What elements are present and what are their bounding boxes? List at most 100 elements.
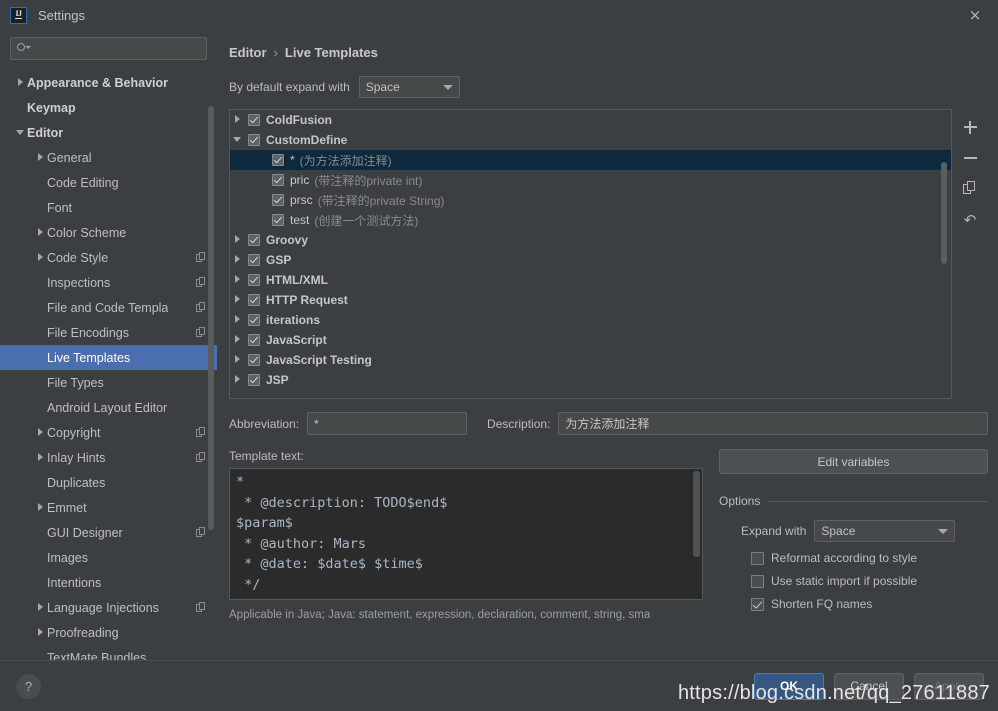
- sidebar-item-code-editing[interactable]: Code Editing: [0, 170, 217, 195]
- option-shorten-fq-names[interactable]: Shorten FQ names: [719, 597, 988, 611]
- template-enabled-checkbox[interactable]: [248, 294, 260, 306]
- expand-with-select[interactable]: Space: [814, 520, 956, 542]
- template-enabled-checkbox[interactable]: [248, 274, 260, 286]
- chevron-right-icon[interactable]: [230, 373, 248, 387]
- sidebar-item-file-encodings[interactable]: File Encodings: [0, 320, 217, 345]
- template-tree-row[interactable]: test (创建一个测试方法): [230, 210, 951, 230]
- template-enabled-checkbox[interactable]: [272, 154, 284, 166]
- sidebar-item-live-templates[interactable]: Live Templates: [0, 345, 217, 370]
- sidebar-item-android-layout-editor[interactable]: Android Layout Editor: [0, 395, 217, 420]
- sidebar-item-copyright[interactable]: Copyright: [0, 420, 217, 445]
- template-tree-row[interactable]: iterations: [230, 310, 951, 330]
- template-tree-row[interactable]: JavaScript Testing: [230, 350, 951, 370]
- template-tree-row[interactable]: pric (带注释的private int): [230, 170, 951, 190]
- chevron-right-icon[interactable]: [36, 452, 47, 463]
- template-tree-row[interactable]: HTTP Request: [230, 290, 951, 310]
- abbreviation-input[interactable]: [307, 412, 468, 435]
- chevron-right-icon[interactable]: [230, 333, 248, 347]
- help-button[interactable]: ?: [16, 673, 41, 699]
- template-tree-row[interactable]: prsc (带注释的private String): [230, 190, 951, 210]
- checkbox[interactable]: [751, 597, 764, 611]
- chevron-right-icon[interactable]: [230, 253, 248, 267]
- chevron-right-icon[interactable]: [36, 602, 47, 613]
- templates-tree[interactable]: ColdFusion CustomDefine * (为方法添加注释) pric (带注释…: [229, 109, 952, 399]
- template-enabled-checkbox[interactable]: [272, 194, 284, 206]
- edit-variables-button[interactable]: Edit variables: [719, 449, 988, 474]
- chevron-right-icon[interactable]: [230, 273, 248, 287]
- sidebar-item-inspections[interactable]: Inspections: [0, 270, 217, 295]
- apply-button[interactable]: Apply: [914, 672, 984, 700]
- sidebar-item-language-injections[interactable]: Language Injections: [0, 595, 217, 620]
- sidebar-item-appearance-behavior[interactable]: Appearance & Behavior: [0, 70, 217, 95]
- chevron-right-icon[interactable]: [36, 252, 47, 263]
- chevron-right-icon[interactable]: [230, 233, 248, 247]
- restore-defaults-button[interactable]: ↶: [960, 210, 980, 230]
- template-text-content[interactable]: * * @description: TODO$end$ $param$ * @a…: [230, 469, 702, 598]
- sidebar-scrollbar[interactable]: [208, 106, 214, 530]
- close-icon[interactable]: ×: [964, 4, 986, 26]
- ok-button[interactable]: OK: [754, 672, 824, 700]
- template-enabled-checkbox[interactable]: [248, 314, 260, 326]
- template-tree-row[interactable]: * (为方法添加注释): [230, 150, 951, 170]
- template-enabled-checkbox[interactable]: [248, 114, 260, 126]
- sidebar-item-keymap[interactable]: Keymap: [0, 95, 217, 120]
- template-enabled-checkbox[interactable]: [248, 134, 260, 146]
- search-box[interactable]: [10, 37, 207, 60]
- template-tree-row[interactable]: Groovy: [230, 230, 951, 250]
- option-use-static-import-if-possible[interactable]: Use static import if possible: [719, 574, 988, 588]
- chevron-right-icon[interactable]: [230, 113, 248, 127]
- template-enabled-checkbox[interactable]: [272, 174, 284, 186]
- template-text-editor[interactable]: * * @description: TODO$end$ $param$ * @a…: [229, 468, 703, 600]
- template-tree-row[interactable]: CustomDefine: [230, 130, 951, 150]
- sidebar-item-emmet[interactable]: Emmet: [0, 495, 217, 520]
- option-reformat-according-to-style[interactable]: Reformat according to style: [719, 551, 988, 565]
- template-tree-row[interactable]: JSP: [230, 370, 951, 390]
- checkbox[interactable]: [751, 551, 764, 565]
- add-template-button[interactable]: [960, 117, 980, 137]
- sidebar-item-editor[interactable]: Editor: [0, 120, 217, 145]
- sidebar-item-color-scheme[interactable]: Color Scheme: [0, 220, 217, 245]
- chevron-right-icon[interactable]: [36, 627, 47, 638]
- description-input[interactable]: [558, 412, 988, 435]
- template-enabled-checkbox[interactable]: [248, 334, 260, 346]
- chevron-right-icon[interactable]: [36, 227, 47, 238]
- sidebar-item-images[interactable]: Images: [0, 545, 217, 570]
- sidebar-item-gui-designer[interactable]: GUI Designer: [0, 520, 217, 545]
- chevron-right-icon[interactable]: [36, 427, 47, 438]
- cancel-button[interactable]: Cancel: [834, 672, 904, 700]
- chevron-right-icon[interactable]: [16, 77, 27, 88]
- sidebar-item-file-types[interactable]: File Types: [0, 370, 217, 395]
- chevron-down-icon[interactable]: [230, 133, 248, 147]
- chevron-right-icon[interactable]: [230, 313, 248, 327]
- sidebar-item-file-and-code-templa[interactable]: File and Code Templa: [0, 295, 217, 320]
- sidebar-item-inlay-hints[interactable]: Inlay Hints: [0, 445, 217, 470]
- chevron-down-icon[interactable]: [16, 127, 27, 138]
- template-text-scrollbar[interactable]: [693, 471, 700, 557]
- template-enabled-checkbox[interactable]: [248, 254, 260, 266]
- sidebar-item-textmate-bundles[interactable]: TextMate Bundles: [0, 645, 217, 661]
- duplicate-template-button[interactable]: [960, 179, 980, 199]
- template-tree-row[interactable]: JavaScript: [230, 330, 951, 350]
- template-enabled-checkbox[interactable]: [248, 374, 260, 386]
- chevron-right-icon[interactable]: [230, 293, 248, 307]
- template-enabled-checkbox[interactable]: [248, 354, 260, 366]
- template-tree-row[interactable]: HTML/XML: [230, 270, 951, 290]
- templates-tree-scrollbar[interactable]: [941, 162, 947, 264]
- template-enabled-checkbox[interactable]: [248, 234, 260, 246]
- template-tree-row[interactable]: ColdFusion: [230, 110, 951, 130]
- checkbox[interactable]: [751, 574, 764, 588]
- sidebar-item-code-style[interactable]: Code Style: [0, 245, 217, 270]
- sidebar-item-proofreading[interactable]: Proofreading: [0, 620, 217, 645]
- sidebar-item-duplicates[interactable]: Duplicates: [0, 470, 217, 495]
- sidebar-item-font[interactable]: Font: [0, 195, 217, 220]
- default-expand-select[interactable]: Space: [358, 76, 460, 98]
- breadcrumb-root[interactable]: Editor: [229, 45, 267, 60]
- remove-template-button[interactable]: [960, 148, 980, 168]
- chevron-right-icon[interactable]: [36, 502, 47, 513]
- chevron-right-icon[interactable]: [36, 152, 47, 163]
- chevron-right-icon[interactable]: [230, 353, 248, 367]
- sidebar-item-general[interactable]: General: [0, 145, 217, 170]
- sidebar-item-intentions[interactable]: Intentions: [0, 570, 217, 595]
- search-input[interactable]: [34, 41, 200, 56]
- template-tree-row[interactable]: GSP: [230, 250, 951, 270]
